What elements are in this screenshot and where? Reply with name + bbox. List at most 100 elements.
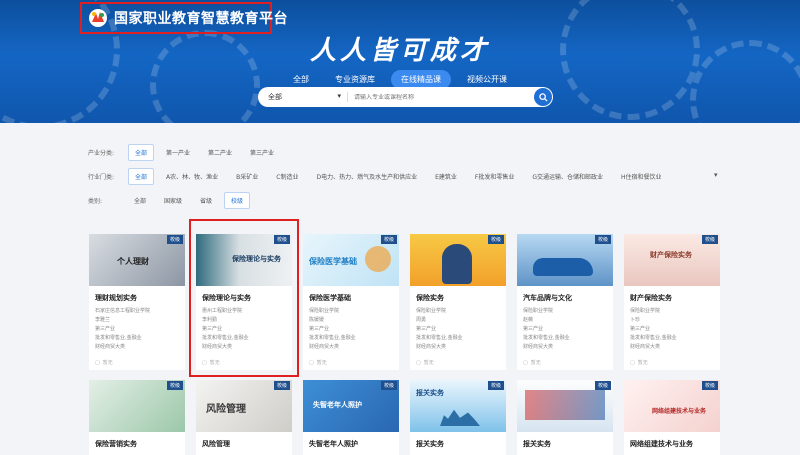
filter-label: 行业门类: [88, 174, 115, 181]
course-footer-text: 暂无 [423, 360, 434, 366]
course-card[interactable]: 校级 保险营销实务 [89, 380, 185, 455]
book-icon: ▢ [630, 359, 635, 366]
filter-option[interactable]: F批发和零售业 [469, 169, 520, 184]
course-title: 风险管理 [202, 440, 230, 448]
course-footer: ▢ 暂无 [410, 351, 506, 367]
filter-option[interactable]: 全部 [128, 193, 152, 208]
thumbnail-text: 保险医学基础 [309, 257, 357, 266]
course-category: 财经商贸大类 [523, 344, 554, 350]
level-badge: 校级 [594, 381, 611, 390]
filter-label: 类别: [88, 198, 103, 205]
course-card[interactable]: 校级 报关实务 [517, 380, 613, 455]
course-title: 保险实务 [416, 294, 444, 302]
search-scope-value: 全部 [268, 93, 282, 101]
course-industry: 第三产业 [630, 326, 651, 332]
course-card[interactable]: 个人理财 校级 理财规划实务 石家庄信息工程职业学院 李雅兰 第三产业 批发和零… [89, 234, 185, 370]
course-title: 报关实务 [416, 440, 444, 448]
filter-option[interactable]: 第一产业 [160, 145, 196, 160]
course-thumbnail: 个人理财 校级 [89, 234, 185, 286]
level-badge: 校级 [701, 235, 718, 244]
course-teacher: 李雅兰 [95, 317, 111, 323]
course-footer: ▢ 暂无 [303, 351, 399, 367]
filter-option[interactable]: 全部 [128, 168, 155, 185]
filter-option[interactable]: E建筑业 [429, 169, 463, 184]
course-footer-text: 暂无 [637, 360, 648, 366]
course-thumbnail: 校级 [89, 380, 185, 432]
thumbnail-text: 报关实务 [416, 389, 444, 397]
course-card[interactable]: 保险医学基础 校级 保险医学基础 保险职业学院 陈媛媛 第三产业 批发和零售业,… [303, 234, 399, 370]
hero-banner: 国家职业教育智慧教育平台 人人皆可成才 全部 专业资源库 在线精品课 视频公开课… [0, 0, 800, 123]
course-card[interactable]: 报关实务 校级 报关实务 [410, 380, 506, 455]
course-card[interactable]: 风险管理 校级 风险管理 [196, 380, 292, 455]
filter-option[interactable]: D电力、热力、燃气及水生产和供应业 [310, 169, 423, 184]
filter-option[interactable]: 校级 [224, 192, 251, 209]
course-title: 网络组建技术与业务 [630, 440, 693, 448]
filter-panel: 产业分类: 全部 第一产业 第二产业 第三产业 行业门类: 全部 A农、林、牧、… [0, 123, 800, 220]
filter-option[interactable]: B采矿业 [230, 169, 264, 184]
course-title: 失智老年人照护 [309, 440, 358, 448]
course-category: 财经商贸大类 [95, 344, 126, 350]
search-scope-select[interactable]: 全部 ▾ [258, 92, 348, 102]
filter-option[interactable]: H住宿和餐饮业 [615, 169, 668, 184]
thumbnail-text: 财产保险实务 [650, 251, 692, 259]
logo-icon [88, 8, 108, 28]
course-sector: 批发和零售业,金融业 [95, 335, 142, 341]
person-illustration [442, 244, 472, 284]
course-teacher: 陈媛媛 [309, 317, 325, 323]
course-thumbnail: 网络组建技术与业务 校级 [624, 380, 720, 432]
search-bar: 全部 ▾ [258, 87, 553, 107]
level-badge: 校级 [701, 381, 718, 390]
course-thumbnail: 报关实务 校级 [410, 380, 506, 432]
document-illustration [525, 390, 605, 420]
course-sector: 批发和零售业,金融业 [416, 335, 463, 341]
course-card[interactable]: 财产保险实务 校级 财产保险实务 保险职业学院 卜珍 第三产业 批发和零售业,金… [624, 234, 720, 370]
course-sector: 批发和零售业,金融业 [523, 335, 570, 341]
thumbnail-text: 风险管理 [206, 404, 246, 415]
course-industry: 第三产业 [523, 326, 544, 332]
course-card[interactable]: 网络组建技术与业务 校级 网络组建技术与业务 [624, 380, 720, 455]
course-sector: 批发和零售业,金融业 [630, 335, 677, 341]
filter-option[interactable]: 省级 [194, 193, 218, 208]
level-badge: 校级 [273, 381, 290, 390]
search-button[interactable] [534, 88, 552, 106]
book-icon: ▢ [309, 359, 314, 366]
filter-industry-category: 产业分类: 全部 第一产业 第二产业 第三产业 [88, 144, 286, 161]
course-school: 保险职业学院 [630, 308, 661, 314]
course-card[interactable]: 校级 保险实务 保险职业学院 周勇 第三产业 批发和零售业,金融业 财经商贸大类… [410, 234, 506, 370]
level-badge: 校级 [380, 381, 397, 390]
course-footer-text: 暂无 [102, 360, 113, 366]
filter-option[interactable]: 第三产业 [244, 145, 280, 160]
course-card[interactable]: 失智老年人照护 校级 失智老年人照护 [303, 380, 399, 455]
course-thumbnail: 失智老年人照护 校级 [303, 380, 399, 432]
illustration [365, 246, 391, 272]
course-title: 理财规划实务 [95, 294, 137, 302]
filter-option[interactable]: A农、林、牧、渔业 [160, 169, 224, 184]
level-badge: 校级 [487, 235, 504, 244]
thumbnail-text: 网络组建技术与业务 [652, 408, 707, 415]
filter-option[interactable]: 国家级 [158, 193, 188, 208]
level-badge: 校级 [166, 235, 183, 244]
filter-option[interactable]: G交通运输、仓储和邮政业 [526, 169, 609, 184]
course-footer: ▢ 暂无 [517, 351, 613, 367]
course-thumbnail: 校级 [410, 234, 506, 286]
filter-option[interactable]: 第二产业 [202, 145, 238, 160]
search-input[interactable] [348, 93, 534, 101]
course-title: 汽车品牌与文化 [523, 294, 572, 302]
course-thumbnail: 保险医学基础 校级 [303, 234, 399, 286]
course-industry: 第三产业 [416, 326, 437, 332]
site-title: 国家职业教育智慧教育平台 [114, 11, 288, 27]
course-category: 财经商贸大类 [416, 344, 447, 350]
filter-option[interactable]: 全部 [128, 144, 155, 161]
course-footer-text: 暂无 [530, 360, 541, 366]
course-footer: ▢ 暂无 [89, 351, 185, 367]
filter-option[interactable]: C制造业 [270, 169, 304, 184]
course-teacher: 赵薇 [523, 317, 534, 323]
course-industry: 第三产业 [309, 326, 330, 332]
course-card[interactable]: 校级 汽车品牌与文化 保险职业学院 赵薇 第三产业 批发和零售业,金融业 财经商… [517, 234, 613, 370]
course-footer-text: 暂无 [316, 360, 327, 366]
filter-label: 产业分类: [88, 150, 115, 157]
chevron-down-icon[interactable]: ▾ [714, 171, 718, 179]
book-icon: ▢ [95, 359, 100, 366]
course-title: 报关实务 [523, 440, 551, 448]
highlight-frame [189, 219, 299, 377]
